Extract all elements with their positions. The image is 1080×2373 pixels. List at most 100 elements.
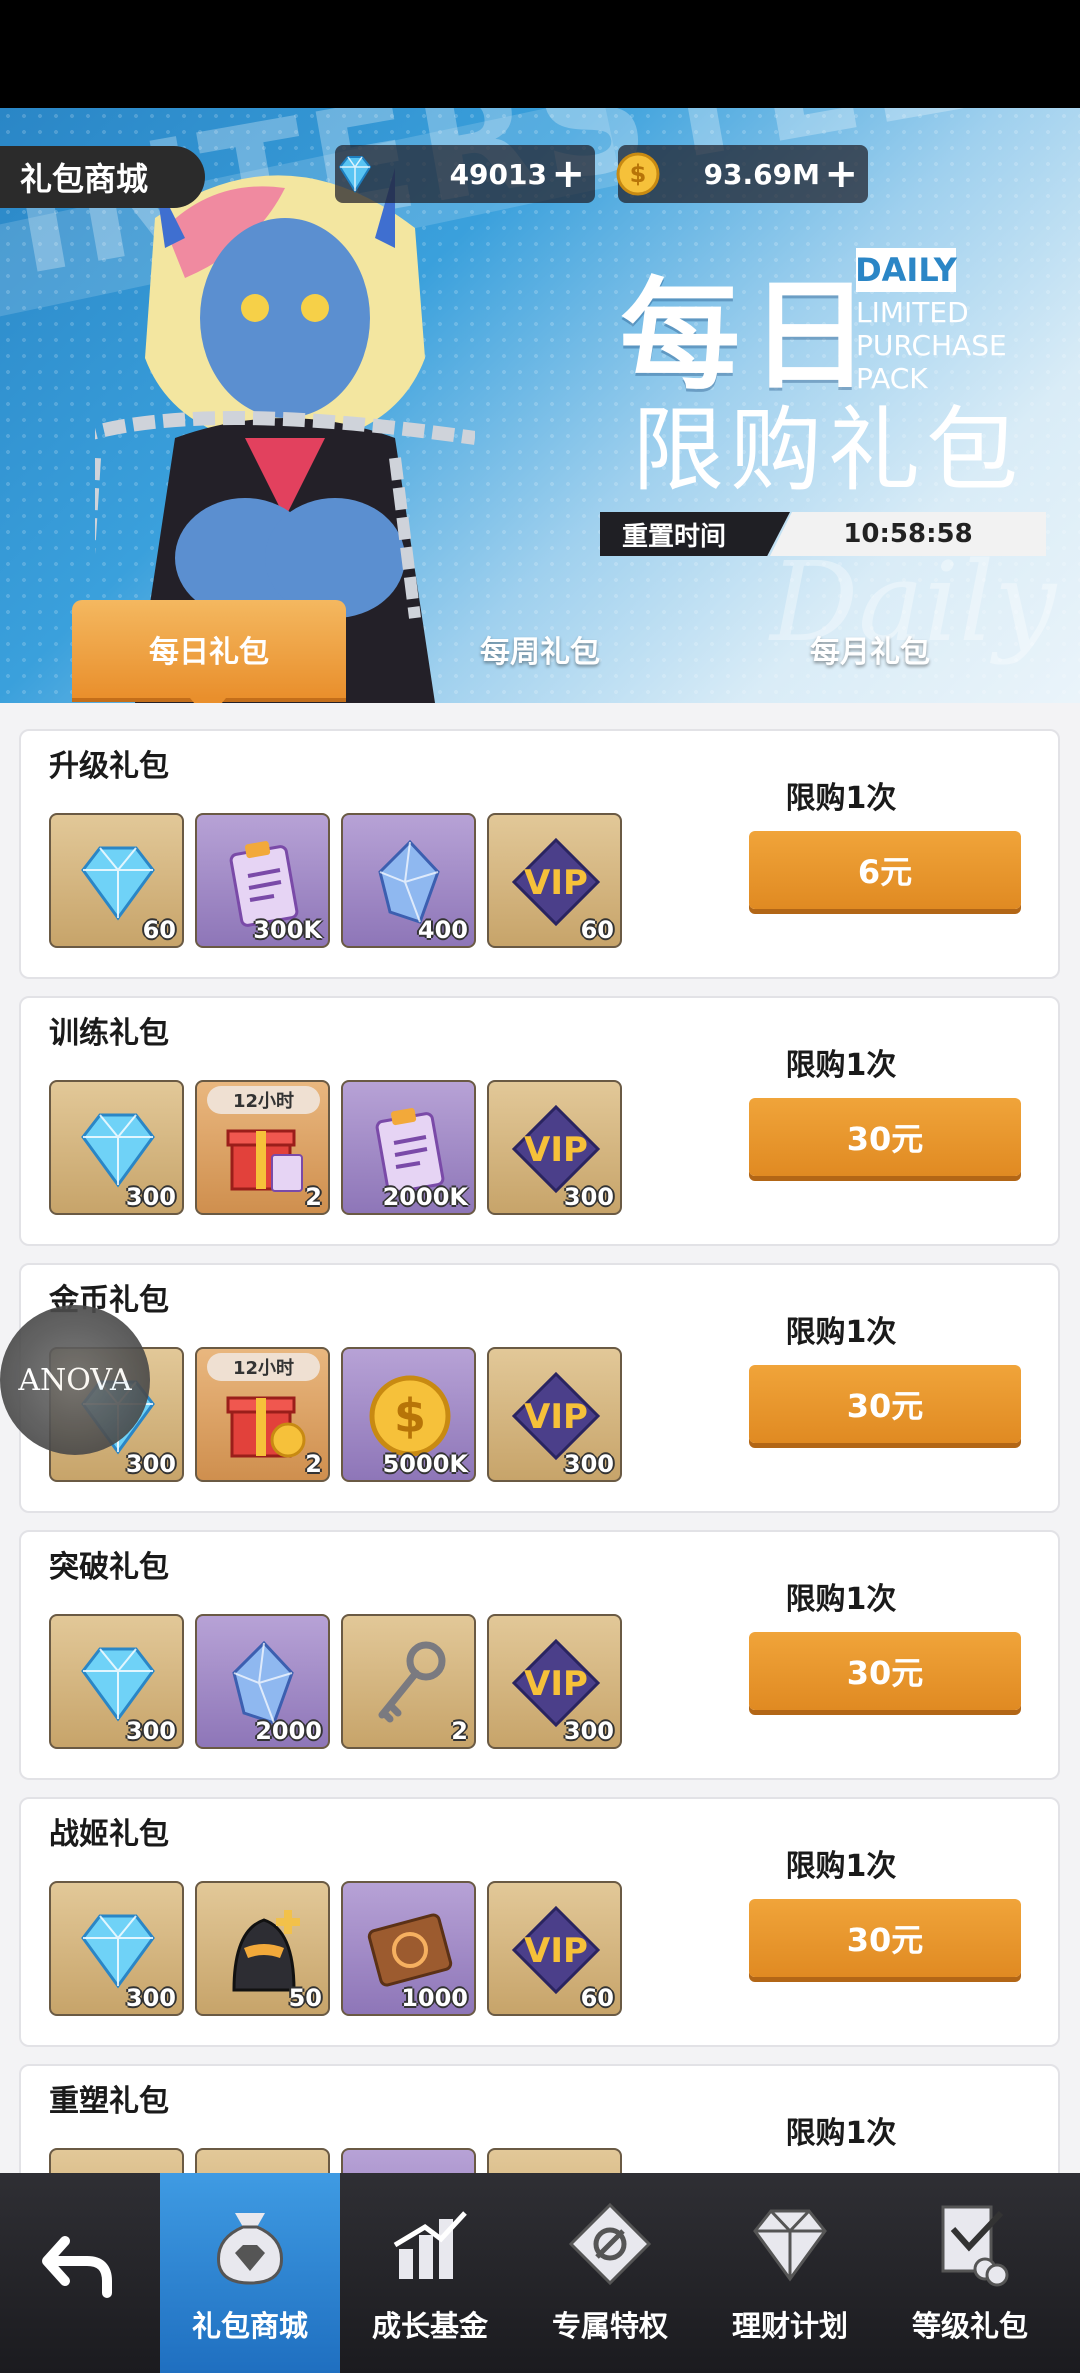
tab-daily[interactable]: 每日礼包: [72, 600, 346, 703]
item-quantity: 300K: [253, 916, 322, 944]
reward-item[interactable]: 2: [341, 1614, 476, 1749]
diamond-icon: [327, 146, 383, 202]
item-quantity: 300: [125, 1984, 176, 2012]
reward-item[interactable]: 2000K: [341, 1080, 476, 1215]
item-quantity: 300: [125, 1450, 176, 1478]
svg-text:$: $: [394, 1389, 426, 1443]
pack-title: 升级礼包: [49, 749, 169, 784]
pack-card: 突破礼包 300 2000 2 VIP 300 限购1次 30元: [19, 1530, 1060, 1780]
reward-item[interactable]: VIP 300: [487, 1614, 622, 1749]
giftbox-icon: [226, 1129, 303, 1192]
add-diamonds-button[interactable]: +: [551, 154, 585, 194]
nav-label: 礼包商城: [191, 2309, 308, 2343]
anova-watermark-logo: ANOVA: [0, 1305, 150, 1455]
diamond-amount: 49013: [449, 157, 547, 191]
item-quantity: 400: [417, 916, 468, 944]
level-doc-icon: [941, 2205, 1009, 2287]
pack-items: 300 50 1000 VIP 60: [49, 1881, 622, 2016]
reward-item[interactable]: 300: [49, 1080, 184, 1215]
tab-weekly[interactable]: 每周礼包: [420, 600, 660, 698]
banner-title-2: 限购礼包: [632, 397, 1025, 504]
reward-item[interactable]: 60: [49, 813, 184, 948]
reward-item[interactable]: 50: [195, 1881, 330, 2016]
item-quantity: 300: [563, 1183, 614, 1211]
purchase-limit: 限购1次: [785, 1048, 897, 1083]
reward-item[interactable]: [195, 2148, 330, 2173]
reward-item[interactable]: VIP 300: [487, 1347, 622, 1482]
item-quantity: 300: [563, 1717, 614, 1745]
reward-item[interactable]: 1000: [341, 1881, 476, 2016]
nav-level-gift[interactable]: 等级礼包: [880, 2173, 1060, 2373]
pack-card: 升级礼包 60 300K 400 VIP 60 限购1次 6元: [19, 729, 1060, 979]
reward-item[interactable]: [487, 2148, 622, 2173]
pack-list[interactable]: 升级礼包 60 300K 400 VIP 60 限购1次 6元 训练礼包 300…: [0, 703, 1080, 2173]
tab-bar: 每日礼包 每周礼包 每月礼包: [0, 600, 1080, 703]
item-quantity: 60: [580, 1984, 614, 2012]
pack-title: 突破礼包: [49, 1550, 169, 1585]
reward-item[interactable]: $ 5000K: [341, 1347, 476, 1482]
giftbox-icon: [226, 1396, 306, 1458]
add-gold-button[interactable]: +: [824, 154, 858, 194]
item-quantity: 2: [305, 1183, 322, 1211]
nav-financial-plan[interactable]: 理财计划: [700, 2173, 880, 2373]
reward-item[interactable]: VIP 60: [487, 813, 622, 948]
reward-item[interactable]: 300: [49, 1881, 184, 2016]
nav-growth-fund[interactable]: 成长基金: [340, 2173, 520, 2373]
money-bag-icon: [217, 2213, 283, 2285]
purchase-limit: 限购1次: [785, 1849, 897, 1884]
reset-time: 10:58:58: [770, 512, 1046, 556]
key-icon: [378, 1641, 446, 1723]
reward-item[interactable]: 400: [341, 813, 476, 948]
pack-items: 60 300K 400 VIP 60: [49, 813, 622, 948]
gold-coin-icon: $: [610, 146, 666, 202]
item-quantity: 300: [563, 1450, 614, 1478]
gold-balance: $ 93.69M +: [616, 145, 868, 203]
svg-text:$: $: [630, 160, 647, 188]
item-quantity: 2000K: [382, 1183, 468, 1211]
pack-items: 300 12小时 2 2000K VIP 300: [49, 1080, 622, 1215]
reward-item[interactable]: VIP 300: [487, 1080, 622, 1215]
diamond-balance: 49013 +: [335, 145, 595, 203]
svg-text:VIP: VIP: [524, 1931, 588, 1971]
buy-button[interactable]: 30元: [749, 1899, 1021, 1977]
reward-item[interactable]: [341, 2148, 476, 2173]
item-quantity: 2: [451, 1717, 468, 1745]
item-quantity: 1000: [401, 1984, 468, 2012]
item-quantity: 2: [305, 1450, 322, 1478]
pack-items: 300 2000 2 VIP 300: [49, 1614, 622, 1749]
pack-card: 战姬礼包 300 50 1000 VIP 60 限购1次 30元: [19, 1797, 1060, 2047]
reward-item[interactable]: VIP 60: [487, 1881, 622, 2016]
svg-text:VIP: VIP: [524, 1130, 588, 1170]
growth-chart-icon: [393, 2211, 467, 2279]
nav-label: 等级礼包: [911, 2309, 1028, 2343]
reward-item[interactable]: 300: [49, 1614, 184, 1749]
reward-item[interactable]: 2000: [195, 1614, 330, 1749]
item-quantity: 2000: [255, 1717, 322, 1745]
tab-monthly[interactable]: 每月礼包: [750, 600, 990, 698]
buy-button[interactable]: 30元: [749, 1098, 1021, 1176]
reward-item[interactable]: [49, 2148, 184, 2173]
purchase-limit: 限购1次: [785, 781, 897, 816]
svg-text:VIP: VIP: [524, 1397, 588, 1437]
buy-button[interactable]: 30元: [749, 1365, 1021, 1443]
nav-gift-shop[interactable]: 礼包商城: [160, 2173, 340, 2373]
reset-label: 重置时间: [600, 512, 790, 556]
reward-item[interactable]: 12小时 2: [195, 1080, 330, 1215]
pack-items: [49, 2148, 622, 2173]
buy-button[interactable]: 6元: [749, 831, 1021, 909]
gold-amount: 93.69M: [703, 157, 820, 191]
back-button[interactable]: [0, 2173, 160, 2373]
item-quantity: 300: [125, 1717, 176, 1745]
nav-label: 专属特权: [551, 2309, 668, 2343]
reward-item[interactable]: 300K: [195, 813, 330, 948]
page: INTERSTELLAR 礼包商城 49013 + $ 93.69M + 每日 …: [0, 0, 1080, 2373]
purchase-limit: 限购1次: [785, 1582, 897, 1617]
item-quantity: 60: [142, 916, 176, 944]
reward-item[interactable]: 12小时 2: [195, 1347, 330, 1482]
nav-exclusive-privilege[interactable]: 专属特权: [520, 2173, 700, 2373]
buy-button[interactable]: 30元: [749, 1632, 1021, 1710]
pack-title: 训练礼包: [49, 1016, 169, 1051]
nav-label: 成长基金: [371, 2309, 488, 2343]
purchase-limit: 限购1次: [785, 2116, 897, 2151]
bottom-nav: 礼包商城 成长基金 专属特权 理财计划 等级礼包: [0, 2173, 1080, 2373]
